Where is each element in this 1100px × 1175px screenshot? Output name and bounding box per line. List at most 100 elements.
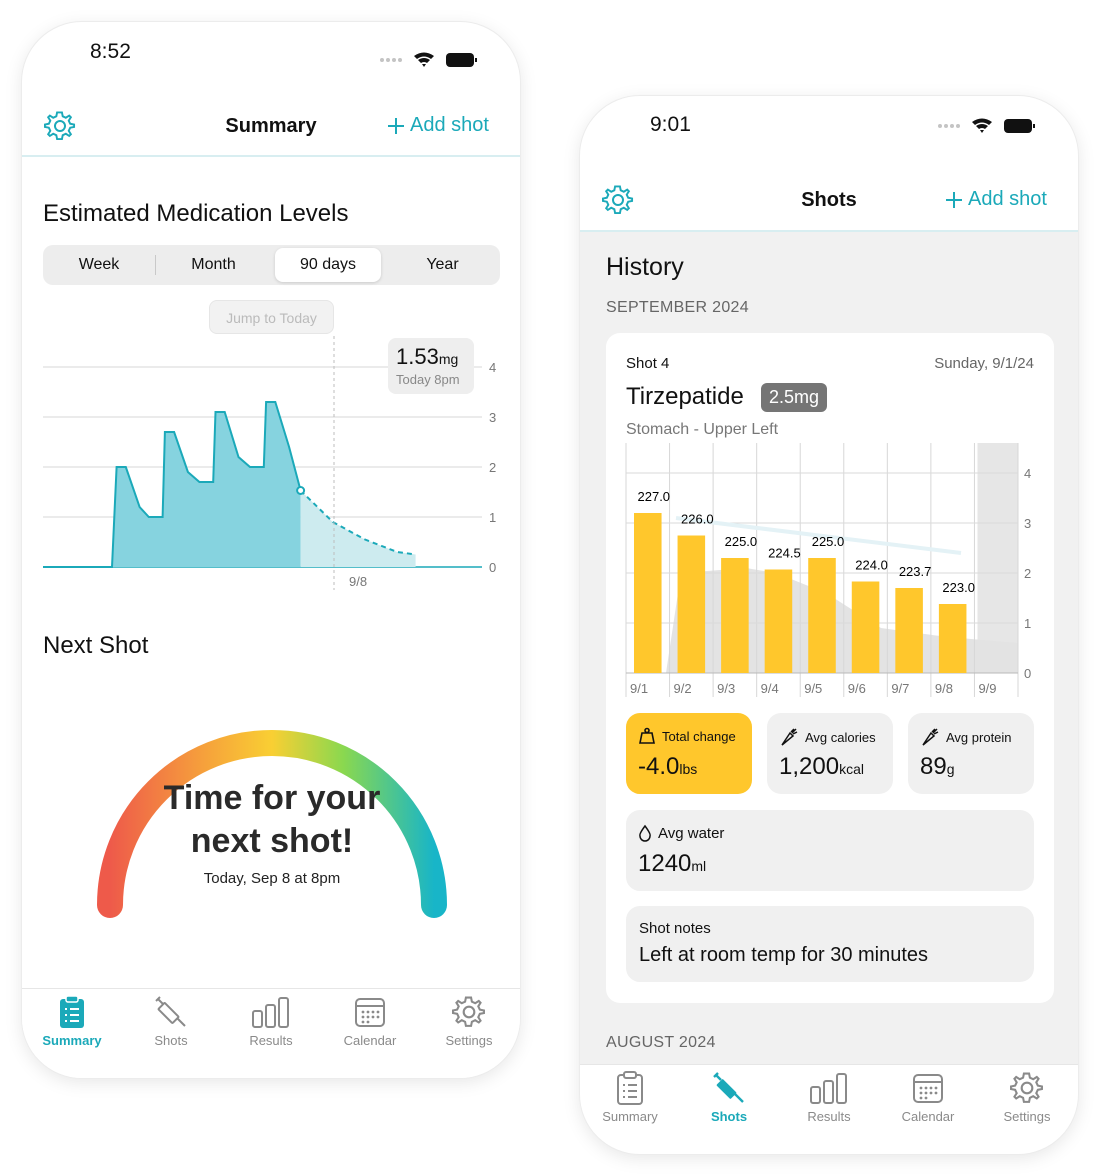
x-tick-label: 9/1 (630, 681, 648, 696)
shot-notes-text: Left at room temp for 30 minutes (639, 944, 929, 966)
gear-icon (1010, 1072, 1043, 1103)
add-shot-button[interactable]: Add shot (944, 188, 1047, 211)
tab-calendar[interactable]: Calendar (883, 1071, 973, 1124)
tooltip-unit: mg (438, 351, 459, 367)
tab-settings[interactable]: Settings (982, 1071, 1072, 1124)
x-tick-label: 9/3 (717, 681, 735, 696)
clipboard-icon (60, 995, 84, 1028)
y-tick-label: 2 (489, 460, 496, 475)
avg-protein-unit: g (946, 761, 955, 777)
avg-calories-label-text: Avg calories (805, 729, 876, 745)
segment-week[interactable]: Week (43, 245, 155, 285)
current-level-dot (296, 486, 306, 495)
tab-label: Shots (154, 1033, 188, 1048)
total-change-number: -4.0 (638, 753, 680, 780)
settings-gear-button[interactable] (602, 184, 634, 221)
tab-results[interactable]: Results (226, 995, 316, 1048)
bar-chart-icon (810, 1073, 847, 1104)
avg-protein-label-text: Avg protein (946, 729, 1012, 745)
bar-value-label: 223.7 (899, 564, 932, 579)
summary-phone: 8:52 Summary Add shot Estimated Medicati… (22, 22, 520, 1078)
tab-shots[interactable]: Shots (126, 995, 216, 1048)
gauge-line-2: next shot! (190, 822, 354, 860)
status-icons (936, 116, 1036, 141)
tab-label: Results (807, 1109, 851, 1124)
weight-bar-chart: 4 3 2 1 0 227.0 226.0 225.0 224.5 225.0 224.0 223.7… (625, 443, 1031, 697)
segment-month[interactable]: Month (156, 245, 271, 285)
total-change-label: Total change (638, 727, 736, 745)
bar-value-label: 224.0 (855, 558, 888, 573)
level-area (43, 402, 301, 567)
add-shot-button[interactable]: Add shot (386, 114, 489, 137)
gear-icon (44, 111, 76, 141)
tab-bar: Summary Shots Results Calendar Settings (22, 988, 520, 1078)
tooltip-value: 1.53mg (396, 344, 458, 370)
bar-chart-icon (252, 997, 289, 1028)
month-header: SEPTEMBER 2024 (606, 299, 749, 316)
bar-value-label: 227.0 (638, 489, 671, 504)
avg-calories-label: Avg calories (779, 727, 876, 747)
avg-calories-number: 1,200 (779, 753, 840, 780)
today-x-label: 9/8 (349, 574, 367, 589)
avg-water-label: Avg water (638, 824, 724, 842)
weight-bar (895, 588, 923, 673)
avg-water-unit: ml (691, 858, 707, 874)
syringe-icon (155, 996, 186, 1027)
y-tick-label: 2 (1024, 566, 1031, 581)
segment-90-days[interactable]: 90 days (275, 248, 381, 282)
x-tick-label: 9/7 (891, 681, 909, 696)
bar-value-label: 225.0 (725, 534, 758, 549)
tab-label: Settings (1003, 1109, 1051, 1124)
forecast-area (300, 490, 416, 567)
nav-divider (580, 230, 1078, 232)
x-tick-label: 9/2 (674, 681, 692, 696)
gauge-message: Time for your next shot! (122, 777, 422, 863)
x-tick-label: 9/9 (978, 681, 996, 696)
history-title: History (606, 253, 684, 281)
tooltip-number: 1.53 (396, 344, 439, 369)
weight-bar (677, 535, 706, 673)
tab-label: Shots (710, 1109, 748, 1124)
section-title: Estimated Medication Levels (43, 200, 349, 227)
carrot-icon (781, 728, 798, 746)
shot-card[interactable]: Shot 4 Sunday, 9/1/24 Tirzepatide 2.5mg … (606, 333, 1054, 1003)
tab-settings[interactable]: Settings (424, 995, 514, 1048)
y-tick-label: 4 (489, 360, 496, 375)
tab-summary[interactable]: Summary (27, 995, 117, 1048)
settings-gear-button[interactable] (44, 110, 76, 147)
weight-bar (634, 513, 662, 673)
avg-protein-label: Avg protein (920, 727, 1012, 747)
tab-label: Settings (445, 1033, 493, 1048)
y-tick-label: 0 (1024, 666, 1031, 681)
next-shot-title: Next Shot (43, 632, 149, 659)
tooltip-time: Today 8pm (396, 372, 460, 387)
avg-water-tile: Avg water 1240ml (626, 810, 1034, 891)
tab-calendar[interactable]: Calendar (325, 995, 415, 1048)
total-change-label-text: Total change (662, 728, 736, 744)
tab-summary[interactable]: Summary (585, 1071, 675, 1124)
nav-divider (22, 155, 520, 157)
gauge-line-1: Time for your (163, 779, 381, 817)
page-title: Shots (801, 189, 857, 211)
page-title: Summary (225, 115, 317, 137)
avg-calories-tile: Avg calories 1,200kcal (767, 713, 893, 794)
avg-protein-value: 89g (920, 753, 955, 781)
bar-value-label: 226.0 (681, 512, 714, 527)
add-shot-label: Add shot (410, 114, 489, 136)
avg-calories-value: 1,200kcal (779, 753, 864, 781)
segment-year[interactable]: Year (385, 245, 500, 285)
status-time: 9:01 (650, 113, 691, 136)
weight-bar (938, 604, 967, 673)
shots-phone: 9:01 Shots Add shot History SEPTEMBER 20… (580, 96, 1078, 1154)
tab-shots[interactable]: Shots (684, 1071, 774, 1124)
plus-icon (946, 191, 962, 208)
calendar-icon (913, 1074, 943, 1103)
tab-results[interactable]: Results (784, 1071, 874, 1124)
y-tick-label: 1 (489, 510, 496, 525)
x-tick-label: 9/6 (848, 681, 866, 696)
x-tick-label: 9/4 (761, 681, 779, 696)
avg-water-value: 1240ml (638, 850, 706, 878)
dose-tooltip: 1.53mg Today 8pm (388, 338, 474, 394)
avg-protein-tile: Avg protein 89g (908, 713, 1034, 794)
gauge-when: Today, Sep 8 at 8pm (203, 870, 341, 887)
